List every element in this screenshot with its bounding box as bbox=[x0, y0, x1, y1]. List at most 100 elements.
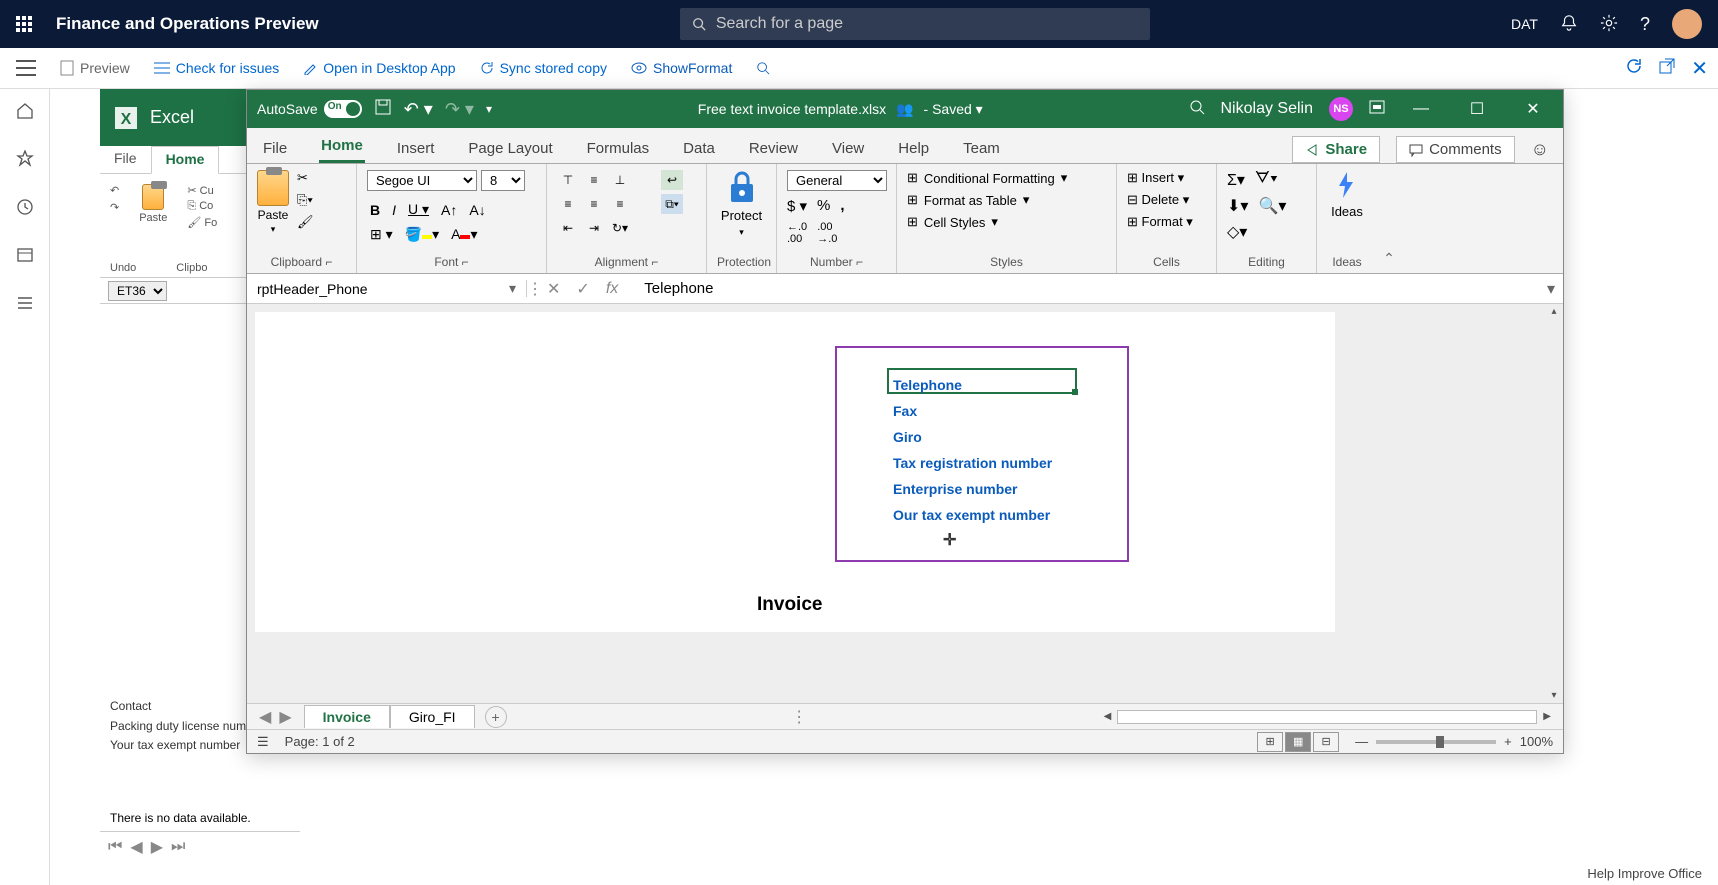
add-sheet-button[interactable]: + bbox=[485, 706, 507, 728]
page-break-view-icon[interactable]: ⊟ bbox=[1313, 732, 1339, 752]
clear-icon[interactable]: ◇▾ bbox=[1227, 222, 1247, 242]
star-icon[interactable] bbox=[15, 149, 35, 169]
sort-filter-icon[interactable]: ᗊ▾ bbox=[1255, 170, 1278, 190]
tab-page-layout[interactable]: Page Layout bbox=[466, 134, 554, 163]
sheet-tab-giro[interactable]: Giro_FI bbox=[390, 705, 475, 728]
horizontal-scrollbar[interactable]: ◀ ▶ bbox=[1092, 710, 1563, 724]
sync-button[interactable]: Sync stored copy bbox=[480, 60, 607, 76]
tab-view[interactable]: View bbox=[830, 134, 866, 163]
indent-right-icon[interactable]: ⇥ bbox=[583, 218, 605, 238]
orientation-icon[interactable]: ↻▾ bbox=[609, 218, 631, 238]
title-search-icon[interactable] bbox=[1189, 99, 1205, 120]
expand-formula-icon[interactable]: ▾ bbox=[1539, 279, 1563, 299]
share-button[interactable]: Share bbox=[1292, 136, 1380, 163]
increase-decimal-icon[interactable]: ←.0.00 bbox=[787, 221, 807, 245]
page-layout-view-icon[interactable]: ▦ bbox=[1285, 732, 1311, 752]
saved-state[interactable]: - Saved ▾ bbox=[924, 101, 983, 118]
format-cells-button[interactable]: ⊞ Format ▾ bbox=[1127, 214, 1193, 230]
cell-fax[interactable]: Fax bbox=[893, 398, 1052, 424]
fill-color-icon[interactable]: 🪣▾ bbox=[402, 224, 442, 245]
align-bottom-icon[interactable]: ⊥ bbox=[609, 170, 631, 190]
cell-telephone[interactable]: Telephone bbox=[893, 372, 1052, 398]
name-box[interactable]: rptHeader_Phone ▾ bbox=[247, 280, 527, 297]
search-toolbar-icon[interactable] bbox=[756, 61, 770, 75]
help-improve-link[interactable]: Help Improve Office bbox=[1587, 866, 1702, 881]
delete-cells-button[interactable]: ⊟ Delete ▾ bbox=[1127, 192, 1193, 208]
formula-bar[interactable]: Telephone bbox=[632, 280, 1539, 297]
preview-button[interactable]: Preview bbox=[60, 60, 130, 76]
redo-icon[interactable]: ↷ ▾ bbox=[445, 99, 474, 120]
ideas-button[interactable]: Ideas bbox=[1331, 170, 1363, 219]
align-left-icon[interactable]: ≡ bbox=[557, 194, 579, 214]
sheet-tab-invoice[interactable]: Invoice bbox=[304, 705, 390, 728]
worksheet-grid[interactable]: Telephone Fax Giro Tax registration numb… bbox=[247, 304, 1563, 703]
sheet-nav-first-icon[interactable]: ⏮ bbox=[108, 838, 122, 856]
normal-view-icon[interactable]: ⊞ bbox=[1257, 732, 1283, 752]
copy-icon[interactable]: ⎘▾ bbox=[297, 192, 314, 208]
percent-icon[interactable]: % bbox=[817, 197, 830, 215]
font-color-icon[interactable]: A▾ bbox=[448, 224, 480, 245]
close-button[interactable]: ✕ bbox=[1513, 99, 1553, 119]
sheet-nav-prev-icon[interactable]: ◀ bbox=[130, 837, 142, 857]
italic-button[interactable]: I bbox=[389, 200, 399, 220]
merge-icon[interactable]: ⧉▾ bbox=[661, 194, 683, 214]
paste-icon[interactable] bbox=[142, 184, 164, 210]
autosum-icon[interactable]: Σ▾ bbox=[1227, 170, 1245, 190]
indent-left-icon[interactable]: ⇤ bbox=[557, 218, 579, 238]
tab-team[interactable]: Team bbox=[961, 134, 1002, 163]
waffle-menu[interactable] bbox=[8, 8, 40, 40]
fx-icon[interactable]: fx bbox=[606, 280, 618, 298]
font-size-select[interactable]: 8 bbox=[481, 170, 525, 191]
cut-icon[interactable]: ✂ bbox=[297, 170, 314, 186]
comments-button[interactable]: Comments bbox=[1396, 136, 1515, 163]
workspace-icon[interactable] bbox=[15, 245, 35, 265]
border-icon[interactable]: ⊞ ▾ bbox=[367, 224, 396, 245]
tab-review[interactable]: Review bbox=[747, 134, 800, 163]
sheet-nav-last-icon[interactable]: ⏭ bbox=[171, 838, 185, 856]
bg-tab-home[interactable]: Home bbox=[151, 146, 220, 174]
zoom-in-icon[interactable]: + bbox=[1504, 734, 1512, 749]
redo-icon[interactable]: ↷ bbox=[110, 201, 119, 214]
undo-icon[interactable]: ↶ ▾ bbox=[404, 99, 433, 120]
zoom-slider[interactable] bbox=[1376, 740, 1496, 744]
gear-icon[interactable] bbox=[1600, 14, 1618, 35]
accounting-icon[interactable]: $ ▾ bbox=[787, 197, 807, 215]
open-desktop-button[interactable]: Open in Desktop App bbox=[303, 60, 455, 76]
check-issues-button[interactable]: Check for issues bbox=[154, 60, 279, 76]
close-icon[interactable]: ✕ bbox=[1691, 56, 1708, 81]
align-middle-icon[interactable]: ≡ bbox=[583, 170, 605, 190]
fill-icon[interactable]: ⬇▾ bbox=[1227, 196, 1248, 216]
qat-more-icon[interactable]: ▾ bbox=[486, 102, 492, 116]
ribbon-display-icon[interactable] bbox=[1369, 100, 1385, 119]
zoom-level[interactable]: 100% bbox=[1520, 734, 1553, 749]
zoom-out-icon[interactable]: — bbox=[1355, 734, 1368, 749]
smiley-icon[interactable]: ☺ bbox=[1531, 139, 1549, 160]
protect-button[interactable]: Protect ▾ bbox=[721, 170, 762, 238]
hamburger-menu[interactable] bbox=[16, 60, 36, 76]
tab-options-icon[interactable]: ⋮ bbox=[785, 707, 813, 727]
popout-icon[interactable] bbox=[1659, 58, 1675, 79]
home-icon[interactable] bbox=[15, 101, 35, 121]
tab-formulas[interactable]: Formulas bbox=[585, 134, 652, 163]
format-painter-icon[interactable]: 🖌 bbox=[297, 214, 314, 230]
decrease-decimal-icon[interactable]: .00→.0 bbox=[817, 221, 837, 245]
cell-enterprise[interactable]: Enterprise number bbox=[893, 476, 1052, 502]
cut-icon[interactable]: ✂ Cu bbox=[187, 184, 217, 197]
sheet-next-icon[interactable]: ▶ bbox=[279, 707, 291, 727]
user-badge[interactable]: NS bbox=[1329, 97, 1353, 121]
refresh-page-icon[interactable] bbox=[1625, 57, 1643, 80]
avatar[interactable] bbox=[1672, 9, 1702, 39]
chevron-down-icon[interactable]: ▾ bbox=[509, 280, 516, 297]
cell-tax-reg[interactable]: Tax registration number bbox=[893, 450, 1052, 476]
sheet-nav-next-icon[interactable]: ▶ bbox=[151, 837, 163, 857]
search-input[interactable]: Search for a page bbox=[680, 8, 1150, 40]
sheet-prev-icon[interactable]: ◀ bbox=[259, 707, 271, 727]
autosave-toggle[interactable]: On bbox=[324, 100, 362, 118]
wrap-text-icon[interactable]: ↩ bbox=[661, 170, 683, 190]
align-top-icon[interactable]: ⊤ bbox=[557, 170, 579, 190]
enter-formula-icon[interactable]: ✓ bbox=[576, 279, 589, 299]
bg-namebox[interactable]: ET36 bbox=[108, 281, 167, 301]
insert-cells-button[interactable]: ⊞ Insert ▾ bbox=[1127, 170, 1193, 186]
cell-giro[interactable]: Giro bbox=[893, 424, 1052, 450]
tab-home[interactable]: Home bbox=[319, 131, 365, 163]
